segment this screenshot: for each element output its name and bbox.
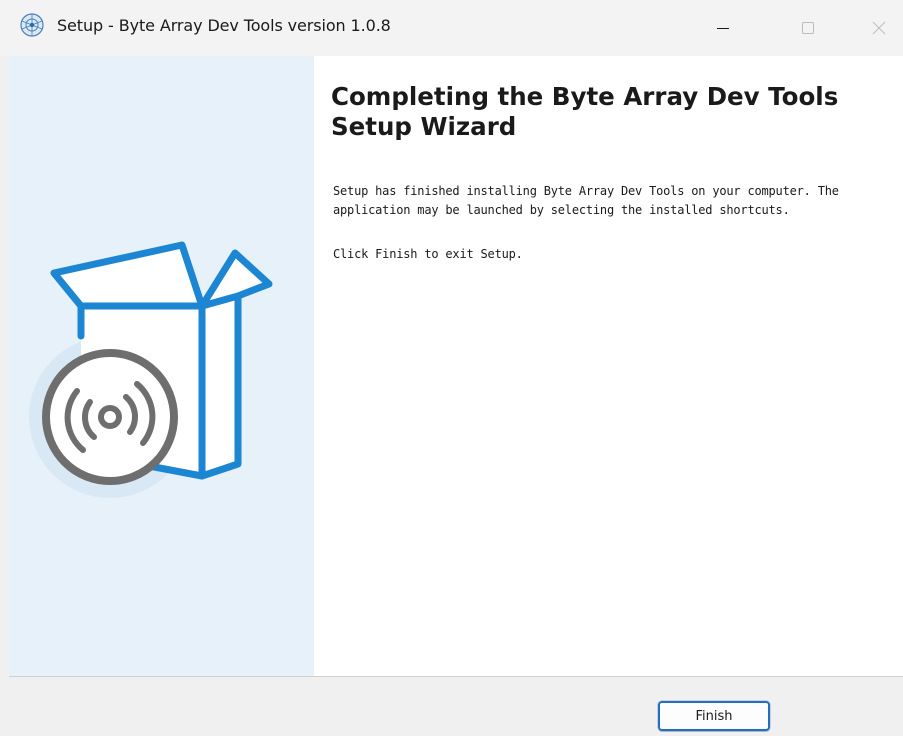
window-title: Setup - Byte Array Dev Tools version 1.0… xyxy=(57,16,391,35)
open-box-with-disc-icon xyxy=(29,241,273,498)
installer-app-icon xyxy=(20,13,44,37)
finish-instruction: Click Finish to exit Setup. xyxy=(333,247,523,261)
wizard-heading: Completing the Byte Array Dev Tools Setu… xyxy=(331,82,839,141)
completion-message: Setup has finished installing Byte Array… xyxy=(333,184,839,217)
maximize-button[interactable] xyxy=(785,0,831,56)
wizard-content: Completing the Byte Array Dev Tools Setu… xyxy=(9,56,903,676)
wizard-side-panel xyxy=(9,56,314,676)
maximize-icon xyxy=(802,22,814,34)
minimize-icon xyxy=(717,28,729,29)
minimize-button[interactable] xyxy=(700,0,746,56)
footer-divider xyxy=(9,676,903,677)
setup-window: Setup - Byte Array Dev Tools version 1.0… xyxy=(0,0,903,736)
finish-button[interactable]: Finish xyxy=(657,700,771,732)
close-icon xyxy=(872,21,886,35)
title-bar[interactable]: Setup - Byte Array Dev Tools version 1.0… xyxy=(0,0,903,56)
close-button[interactable] xyxy=(856,0,902,56)
